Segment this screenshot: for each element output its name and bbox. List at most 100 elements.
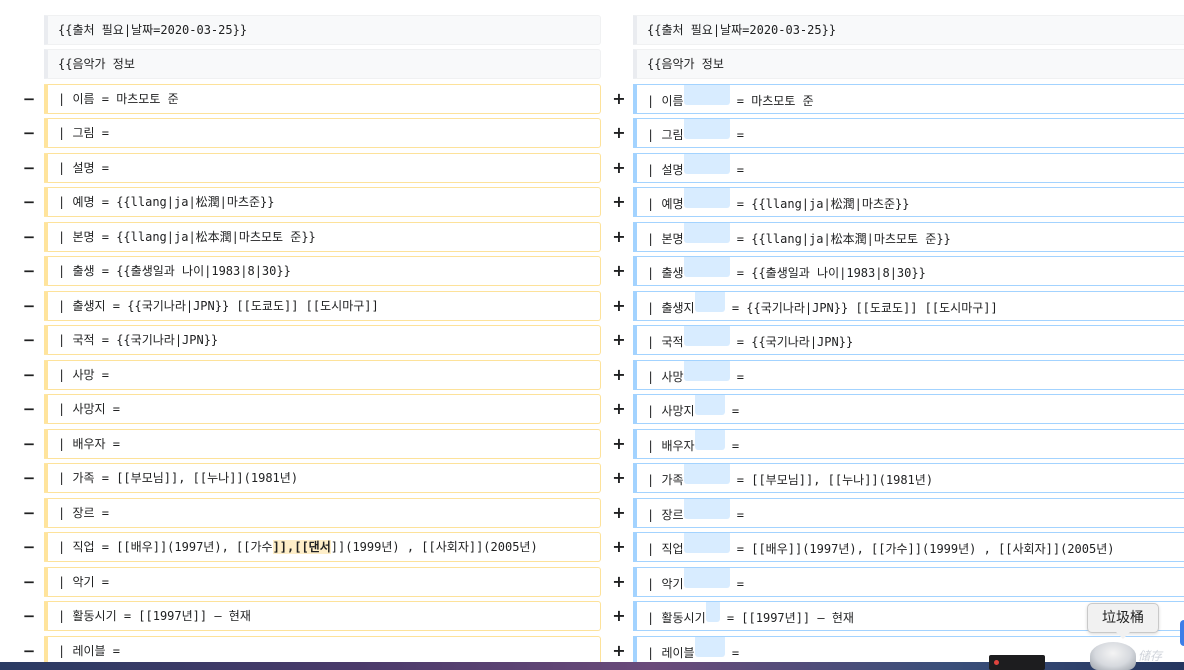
diff-context-row: {{음악가 정보 {{음악가 정보 (0, 49, 1184, 79)
added-line-key: | 악기 (647, 577, 684, 591)
added-line-value: = (731, 646, 740, 660)
removed-line: | 출생지 = {{국기나라|JPN}} [[도쿄도]] [[도시마구]] (44, 291, 601, 321)
diff-changed-row: − | 배우자 = + | 배우자 = (0, 429, 1184, 459)
added-line: | 사망 = (633, 360, 1184, 390)
removed-line-marker: − (22, 607, 36, 625)
added-line-key: | 국적 (647, 335, 684, 349)
diff-changed-row: − | 가족 = [[부모님]], [[누나]](1981년) + | 가족 =… (0, 463, 1184, 493)
added-line-value: = (736, 163, 744, 177)
dock-app-window-preview[interactable] (989, 655, 1045, 670)
added-line-key: | 출생지 (647, 301, 695, 315)
removed-line-marker: − (22, 366, 36, 384)
added-line-key: | 설명 (647, 163, 684, 177)
added-line: | 그림 = (633, 118, 1184, 148)
added-line-key: | 레이블 (647, 646, 695, 660)
diff-changed-row: − | 본명 = {{llang|ja|松本潤|마츠모토 준}} + | 본명 … (0, 222, 1184, 252)
added-line-marker: + (612, 434, 626, 453)
diff-changed-row: − | 이름 = 마츠모토 준 + | 이름 = 마츠모토 준 (0, 84, 1184, 114)
added-line-value: = (731, 404, 740, 418)
removed-line-marker: − (22, 228, 36, 246)
added-line-marker: + (612, 261, 626, 280)
added-line-value: = (731, 439, 740, 453)
added-line-value: = {{국기나라|JPN}} [[도쿄도]] [[도시마구]] (731, 301, 998, 315)
added-whitespace-highlight (683, 361, 730, 381)
added-whitespace-highlight (683, 257, 730, 277)
removed-line-text: | 직업 = [[배우]](1997년), [[가수 (58, 540, 273, 554)
added-line-value: = {{국기나라|JPN}} (736, 335, 854, 349)
context-line-right: {{음악가 정보 (633, 49, 1184, 79)
added-line: | 이름 = 마츠모토 준 (633, 84, 1184, 114)
added-line-marker: + (612, 365, 626, 384)
removed-line: | 사망 = (44, 360, 601, 390)
diff-changed-row: − | 출생지 = {{국기나라|JPN}} [[도쿄도]] [[도시마구]] … (0, 291, 1184, 321)
context-line-left: {{음악가 정보 (44, 49, 601, 79)
removed-line-marker: − (22, 297, 36, 315)
added-line-key: | 본명 (647, 232, 684, 246)
added-line-value: = (736, 128, 744, 142)
removed-line: | 활동시기 = [[1997년]] – 현재 (44, 601, 601, 631)
added-whitespace-highlight (683, 533, 730, 553)
added-line-key: | 사망 (647, 370, 684, 384)
removed-line: | 악기 = (44, 567, 601, 597)
added-whitespace-highlight (683, 326, 730, 346)
added-line-marker: + (612, 192, 626, 211)
trash-icon[interactable] (1090, 642, 1136, 670)
added-line-value: = (736, 577, 744, 591)
added-line-marker: + (612, 399, 626, 418)
removed-line-marker: − (22, 193, 36, 211)
added-line: | 본명 = {{llang|ja|松本潤|마츠모토 준}} (633, 222, 1184, 252)
added-whitespace-highlight (694, 430, 725, 450)
removed-line: | 직업 = [[배우]](1997년), [[가수]],[[댄서]](1999… (44, 532, 601, 562)
diff-context-row: {{출처 필요|날짜=2020-03-25}} {{출처 필요|날짜=2020-… (0, 15, 1184, 45)
added-whitespace-highlight (683, 499, 730, 519)
removed-line-marker: − (22, 469, 36, 487)
removed-line: | 장르 = (44, 498, 601, 528)
added-line-value: = {{llang|ja|松本潤|마츠모토 준}} (736, 232, 951, 246)
added-whitespace-highlight (683, 119, 730, 139)
added-line: | 사망지 = (633, 394, 1184, 424)
added-whitespace-highlight (683, 85, 730, 105)
removed-line: | 배우자 = (44, 429, 601, 459)
removed-line: | 국적 = {{국기나라|JPN}} (44, 325, 601, 355)
added-line: | 가족 = [[부모님]], [[누나]](1981년) (633, 463, 1184, 493)
removed-line: | 본명 = {{llang|ja|松本潤|마츠모토 준}} (44, 222, 601, 252)
added-line: | 설명 = (633, 153, 1184, 183)
added-line-marker: + (612, 468, 626, 487)
removed-line-marker: − (22, 159, 36, 177)
removed-line-marker: − (22, 573, 36, 591)
added-whitespace-highlight (683, 154, 730, 174)
added-line: | 출생지 = {{국기나라|JPN}} [[도쿄도]] [[도시마구]] (633, 291, 1184, 321)
removed-line-marker: − (22, 435, 36, 453)
edge-scroll-indicator (1180, 620, 1184, 646)
added-line-value: = (736, 508, 744, 522)
removed-line: | 이름 = 마츠모토 준 (44, 84, 601, 114)
added-line-value: = [[부모님]], [[누나]](1981년) (736, 473, 934, 487)
diff-changed-row: − | 사망지 = + | 사망지 = (0, 394, 1184, 424)
added-whitespace-highlight (705, 602, 720, 622)
context-line-right: {{출처 필요|날짜=2020-03-25}} (633, 15, 1184, 45)
removed-line: | 예명 = {{llang|ja|松潤|마츠준}} (44, 187, 601, 217)
added-line-value: = [[1997년]] – 현재 (726, 611, 854, 625)
diff-changed-row: − | 국적 = {{국기나라|JPN}} + | 국적 = {{국기나라|JP… (0, 325, 1184, 355)
added-line-marker: + (612, 296, 626, 315)
removed-line-marker: − (22, 538, 36, 556)
added-whitespace-highlight (683, 188, 730, 208)
diff-changed-row: − | 그림 = + | 그림 = (0, 118, 1184, 148)
added-line-marker: + (612, 89, 626, 108)
dock-caption: 储存 (1138, 649, 1163, 663)
diff-changed-row: − | 장르 = + | 장르 = (0, 498, 1184, 528)
added-whitespace-highlight (683, 223, 730, 243)
removed-line-marker: − (22, 504, 36, 522)
added-line: | 배우자 = (633, 429, 1184, 459)
added-line-key: | 가족 (647, 473, 684, 487)
added-whitespace-highlight (694, 292, 725, 312)
added-whitespace-highlight (683, 464, 730, 484)
added-line-marker: + (612, 158, 626, 177)
added-whitespace-highlight (694, 395, 725, 415)
removed-line: | 가족 = [[부모님]], [[누나]](1981년) (44, 463, 601, 493)
diff-changed-row: − | 사망 = + | 사망 = (0, 360, 1184, 390)
diff-changed-row: − | 설명 = + | 설명 = (0, 153, 1184, 183)
removed-line-marker: − (22, 262, 36, 280)
context-line-left: {{출처 필요|날짜=2020-03-25}} (44, 15, 601, 45)
added-line: | 예명 = {{llang|ja|松潤|마츠준}} (633, 187, 1184, 217)
